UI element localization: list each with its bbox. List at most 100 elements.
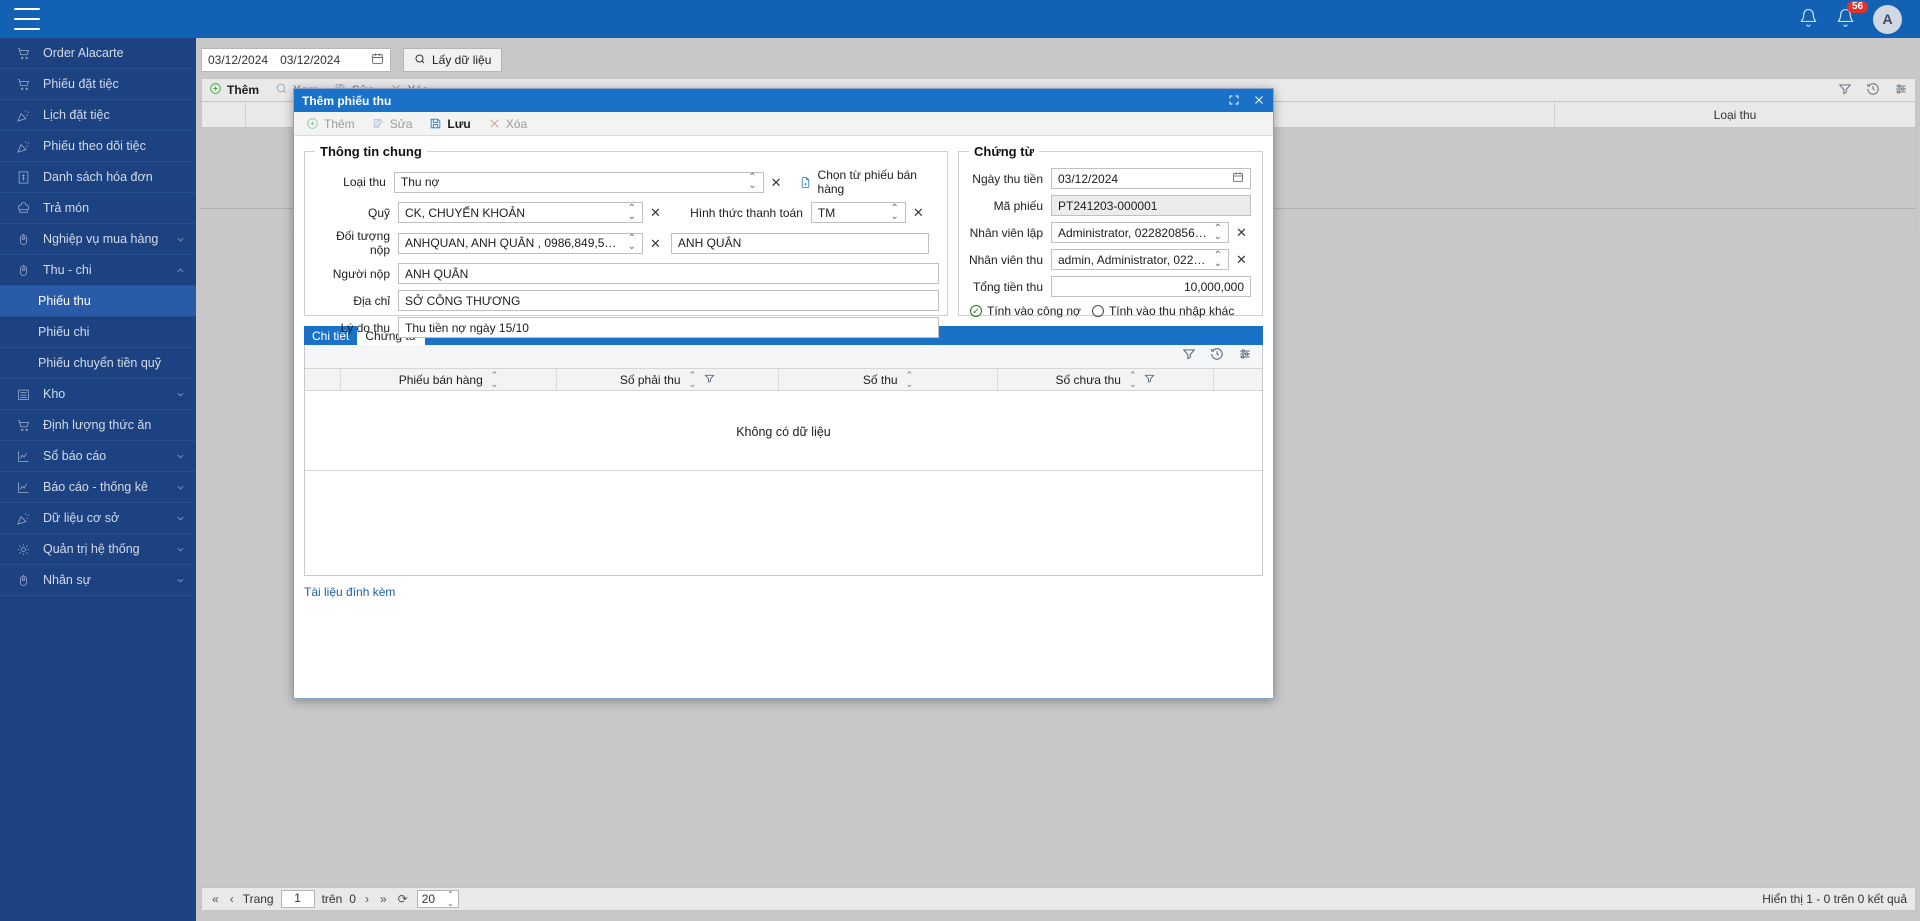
field-row-nguoi-nop: Người nộp ANH QUÂN	[313, 263, 939, 284]
pager-total-pages: 0	[349, 892, 356, 906]
bell-icon[interactable]	[1799, 8, 1818, 31]
dialog-body: Thông tin chung Loại thu Thu nợ ⌃ ⌄ ✕ Ch…	[294, 136, 1273, 601]
first-page-icon[interactable]: «	[210, 892, 221, 906]
chevron-up-icon[interactable]	[175, 265, 186, 276]
close-icon[interactable]	[1253, 94, 1265, 108]
settings-icon[interactable]	[1238, 347, 1252, 366]
fetch-data-button[interactable]: Lấy dữ liệu	[403, 48, 503, 72]
sidebar-item-6[interactable]: Nghiệp vụ mua hàng	[0, 224, 196, 255]
chevron-down-icon[interactable]	[175, 482, 186, 493]
detail-header-phieu-ban-hang[interactable]: Phiếu bán hàng ⌃ ⌄	[341, 369, 557, 390]
column-filter-icon[interactable]	[1144, 373, 1156, 387]
page-number-input[interactable]: 1	[280, 890, 315, 908]
history-icon[interactable]	[1866, 82, 1880, 99]
hinh-thuc-clear-icon[interactable]: ✕	[913, 206, 924, 219]
grid-header-loai-thu[interactable]: Loại thu	[1555, 102, 1915, 127]
next-page-icon[interactable]: ›	[363, 892, 371, 906]
dialog-add-button[interactable]: Thêm	[306, 117, 355, 131]
nv-thu-select[interactable]: admin, Administrator, 022820856... ⌃⌄	[1051, 249, 1229, 270]
filter-icon[interactable]	[1838, 82, 1852, 99]
chevron-down-icon[interactable]	[175, 234, 186, 245]
sidebar-item-1[interactable]: Phiếu đặt tiệc	[0, 69, 196, 100]
chevron-down-icon[interactable]	[175, 451, 186, 462]
calendar-icon[interactable]	[1232, 171, 1244, 186]
prev-page-icon[interactable]: ‹	[228, 892, 236, 906]
hamburger-icon[interactable]	[14, 8, 40, 30]
page-size-select[interactable]: 20 ⌃ ⌄	[416, 890, 459, 908]
sidebar-item-label: Kho	[43, 387, 66, 401]
refresh-icon[interactable]: ⟳	[396, 892, 410, 906]
detail-header-so-chua-thu[interactable]: Số chưa thu ⌃ ⌄	[998, 369, 1214, 390]
sidebar-item-10[interactable]: Phiếu chuyển tiền quỹ	[0, 348, 196, 379]
chevron-updown-icon[interactable]: ⌃ ⌄	[1209, 223, 1222, 242]
sidebar-item-16[interactable]: Quản trị hệ thống	[0, 534, 196, 565]
chevron-updown-icon[interactable]: ⌃ ⌄	[623, 203, 636, 222]
filter-icon[interactable]	[1182, 347, 1196, 366]
chevron-down-icon[interactable]	[175, 575, 186, 586]
history-icon[interactable]	[1210, 347, 1224, 366]
chevron-updown-icon[interactable]: ⌃ ⌄	[886, 203, 899, 222]
doi-tuong-clear-icon[interactable]: ✕	[650, 237, 661, 250]
hinh-thuc-select[interactable]: TM ⌃ ⌄	[810, 202, 906, 223]
quy-clear-icon[interactable]: ✕	[650, 206, 661, 219]
nv-lap-clear-icon[interactable]: ✕	[1236, 226, 1247, 239]
column-filter-icon[interactable]	[704, 373, 715, 387]
quy-select[interactable]: CK, CHUYỂN KHOẢN ⌃ ⌄	[398, 202, 643, 223]
detail-header-so-thu[interactable]: Số thu ⌃ ⌄	[779, 369, 998, 390]
chevron-updown-icon[interactable]: ⌃ ⌄	[743, 173, 756, 191]
sidebar-item-4[interactable]: Danh sách hóa đơn	[0, 162, 196, 193]
ngay-thu-input[interactable]: 03/12/2024	[1051, 168, 1251, 189]
last-page-icon[interactable]: »	[378, 892, 389, 906]
nv-thu-clear-icon[interactable]: ✕	[1236, 253, 1247, 266]
fetch-data-label: Lấy dữ liệu	[432, 53, 492, 67]
ly-do-input[interactable]: Thu tiền nợ ngày 15/10	[398, 317, 939, 338]
sidebar-item-3[interactable]: Phiếu theo dõi tiệc	[0, 131, 196, 162]
sidebar-item-9[interactable]: Phiếu chi	[0, 317, 196, 348]
page-toolbar-add[interactable]: Thêm	[209, 82, 259, 98]
avatar[interactable]: A	[1873, 4, 1902, 34]
sidebar-item-7[interactable]: Thu - chi	[0, 255, 196, 286]
doi-tuong-name-input[interactable]: ANH QUÂN	[670, 232, 929, 254]
chevron-down-icon[interactable]	[175, 544, 186, 555]
sidebar-item-2[interactable]: Lịch đặt tiệc	[0, 100, 196, 131]
chevron-down-icon[interactable]	[175, 513, 186, 524]
sidebar-item-15[interactable]: Dữ liệu cơ sở	[0, 503, 196, 534]
sidebar-item-11[interactable]: Kho	[0, 379, 196, 410]
chevron-updown-icon[interactable]: ⌃ ⌄	[1209, 250, 1222, 269]
sort-icon[interactable]: ⌃ ⌄	[689, 371, 697, 388]
sort-icon[interactable]: ⌃ ⌄	[1129, 371, 1137, 388]
sort-icon[interactable]: ⌃ ⌄	[491, 371, 499, 388]
settings-icon[interactable]	[1894, 82, 1908, 99]
doi-tuong-select[interactable]: ANHQUAN, ANH QUÂN , 0986,849,595, SỞ... …	[398, 232, 643, 254]
radio-tinh-vao-thu-nhap-khac[interactable]: Tính vào thu nhập khác	[1091, 304, 1234, 318]
sidebar-item-12[interactable]: Định lượng thức ăn	[0, 410, 196, 441]
dialog-delete-button[interactable]: Xóa	[488, 117, 527, 131]
sidebar-item-17[interactable]: Nhân sự	[0, 565, 196, 596]
chevron-down-icon[interactable]	[175, 389, 186, 400]
detail-header-so-phai-thu[interactable]: Số phải thu ⌃ ⌄	[557, 369, 779, 390]
attachment-link[interactable]: Tài liệu đính kèm	[304, 585, 395, 599]
date-range-input[interactable]: 03/12/2024 03/12/2024	[201, 48, 391, 72]
sidebar-item-label: Trả món	[43, 201, 90, 215]
ma-phieu-input: PT241203-000001	[1051, 195, 1251, 216]
sidebar-item-8[interactable]: Phiếu thu	[0, 286, 196, 317]
loai-thu-select[interactable]: Thu nợ ⌃ ⌄	[393, 171, 764, 193]
sidebar-item-13[interactable]: Sổ báo cáo	[0, 441, 196, 472]
dia-chi-input[interactable]: SỞ CÔNG THƯƠNG	[398, 290, 939, 311]
sidebar-item-5[interactable]: Trả món	[0, 193, 196, 224]
dialog-edit-button[interactable]: Sửa	[372, 117, 412, 131]
sort-icon[interactable]: ⌃ ⌄	[906, 371, 914, 388]
tong-tien-input[interactable]: 10,000,000	[1051, 276, 1251, 297]
chevron-updown-icon[interactable]: ⌃ ⌄	[623, 234, 636, 252]
calendar-icon[interactable]	[371, 52, 384, 68]
dialog-save-button[interactable]: Lưu	[429, 117, 471, 131]
select-from-invoice-button[interactable]: Chọn từ phiếu bán hàng	[799, 168, 939, 196]
nv-lap-select[interactable]: Administrator, 0228208560, Xã... ⌃⌄	[1051, 222, 1229, 243]
sidebar-item-0[interactable]: Order Alacarte	[0, 38, 196, 69]
maximize-icon[interactable]	[1228, 94, 1240, 108]
sidebar-item-14[interactable]: Báo cáo - thống kê	[0, 472, 196, 503]
nguoi-nop-input[interactable]: ANH QUÂN	[398, 263, 939, 284]
alert-bell-icon[interactable]: 56	[1836, 0, 1869, 31]
loai-thu-clear-icon[interactable]: ✕	[771, 176, 782, 189]
radio-tinh-vao-cong-no[interactable]: Tính vào công nợ	[970, 304, 1081, 318]
